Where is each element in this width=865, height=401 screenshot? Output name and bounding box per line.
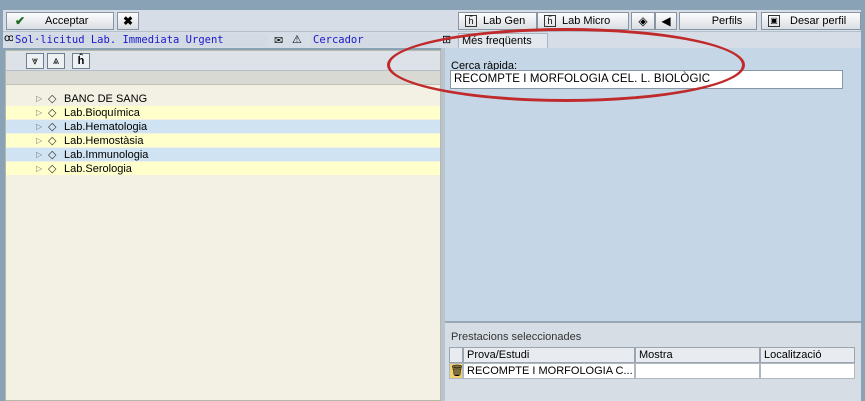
envelope-icon[interactable]: ✉ xyxy=(274,34,283,47)
lab-gen-label: Lab Gen xyxy=(483,15,526,27)
main-toolbar: ✔ Acceptar ✖ ĥ Lab Gen ĥ Lab Micro ◈ ◀ P… xyxy=(3,10,861,32)
right-pane: Cerca ràpida: RECOMPTE I MORFOLOGIA CEL.… xyxy=(387,28,861,401)
expand-arrow-icon[interactable]: ▷ xyxy=(36,150,46,159)
lab-micro-label: Lab Micro xyxy=(562,15,611,27)
expand-arrow-icon[interactable]: ▷ xyxy=(36,164,46,173)
table-cell-localitzacio[interactable] xyxy=(760,363,855,379)
expand-all-button[interactable]: ⩓ xyxy=(47,53,65,69)
desar-perfil-button[interactable]: ▣ Desar perfil xyxy=(761,12,861,30)
column-header[interactable]: Localització xyxy=(760,347,855,363)
folder-icon: ◇ xyxy=(48,149,57,161)
eraser-icon: ◈ xyxy=(638,14,648,28)
tree-item-bioquimica[interactable]: ▷ ◇ Lab.Bioquímica xyxy=(6,106,440,119)
back-icon: ◀ xyxy=(661,14,671,28)
tree-item-hemostasia[interactable]: ▷ ◇ Lab.Hemostàsia xyxy=(6,134,440,147)
eraser-button[interactable]: ◈ xyxy=(631,12,655,30)
table-cell-mostra[interactable] xyxy=(635,363,760,379)
back-button[interactable]: ◀ xyxy=(655,12,677,30)
collapse-all-icon: ⩔ xyxy=(31,54,39,67)
left-tree-pane: ⩔ ⩓ ĥ ▷ ◇ BANC DE SANG ▷ ◇ Lab.Bioquímic… xyxy=(5,50,441,401)
save-icon: ▣ xyxy=(768,15,780,27)
highlight-oval xyxy=(387,28,745,102)
expand-arrow-icon[interactable]: ▷ xyxy=(36,122,46,131)
tree-item-banc-de-sang[interactable]: ▷ ◇ BANC DE SANG xyxy=(6,92,440,105)
table-cell-prova[interactable]: RECOMPTE I MORFOLOGIA C... xyxy=(463,363,635,379)
check-icon: ✔ xyxy=(14,14,26,28)
tree-item-label: Lab.Bioquímica xyxy=(64,106,140,119)
folder-icon: ◇ xyxy=(48,121,57,133)
lab-gen-button[interactable]: ĥ Lab Gen xyxy=(458,12,537,30)
folder-icon: ◇ xyxy=(48,163,57,175)
folder-icon: ◇ xyxy=(48,93,57,105)
find-button[interactable]: ĥ xyxy=(72,53,90,69)
tree-item-label: Lab.Immunologia xyxy=(64,148,149,161)
selected-services-title: Prestacions seleccionades xyxy=(451,331,582,343)
binoculars-icon: ĥ xyxy=(77,55,85,67)
close-icon: ✖ xyxy=(122,14,134,28)
perfils-button[interactable]: Perfils xyxy=(679,12,757,30)
row-selector-header xyxy=(449,347,463,363)
triangle-warning-icon[interactable]: ⚠ xyxy=(292,33,302,46)
tree-item-label: Lab.Hemostàsia xyxy=(64,134,144,147)
desar-perfil-label: Desar perfil xyxy=(790,15,847,27)
column-header[interactable]: Prova/Estudi xyxy=(463,347,635,363)
tree-item-hematologia[interactable]: ▷ ◇ Lab.Hematologia xyxy=(6,120,440,133)
tree-item-label: Lab.Serologia xyxy=(64,162,132,175)
tree-item-label: BANC DE SANG xyxy=(64,92,148,105)
expand-arrow-icon[interactable]: ▷ xyxy=(36,108,46,117)
column-header[interactable]: Mostra xyxy=(635,347,760,363)
folder-icon: ◇ xyxy=(48,135,57,147)
tree-header xyxy=(6,71,440,85)
request-type-field[interactable]: Sol·licitud Lab. Immediata Urgent xyxy=(13,34,268,47)
tree-item-serologia[interactable]: ▷ ◇ Lab.Serologia xyxy=(6,162,440,175)
expand-all-icon: ⩓ xyxy=(52,54,60,67)
trash-icon[interactable]: 🗑 xyxy=(449,363,463,379)
binoculars-icon: ĥ xyxy=(465,15,477,27)
accept-button[interactable]: ✔ Acceptar xyxy=(6,12,114,30)
tree-toolbar: ⩔ ⩓ ĥ xyxy=(6,51,440,71)
expand-arrow-icon[interactable]: ▷ xyxy=(36,136,46,145)
binoculars-icon: ĥ xyxy=(544,15,556,27)
tree-item-label: Lab.Hematologia xyxy=(64,120,148,133)
tree-item-immunologia[interactable]: ▷ ◇ Lab.Immunologia xyxy=(6,148,440,161)
selected-services-panel: Prestacions seleccionades Prova/Estudi M… xyxy=(445,321,861,401)
expand-arrow-icon[interactable]: ▷ xyxy=(36,94,46,103)
cancel-button[interactable]: ✖ xyxy=(117,12,139,30)
folder-icon: ◇ xyxy=(48,107,57,119)
collapse-all-button[interactable]: ⩔ xyxy=(26,53,44,69)
accept-label: Acceptar xyxy=(45,15,89,27)
perfils-label: Perfils xyxy=(711,15,743,27)
